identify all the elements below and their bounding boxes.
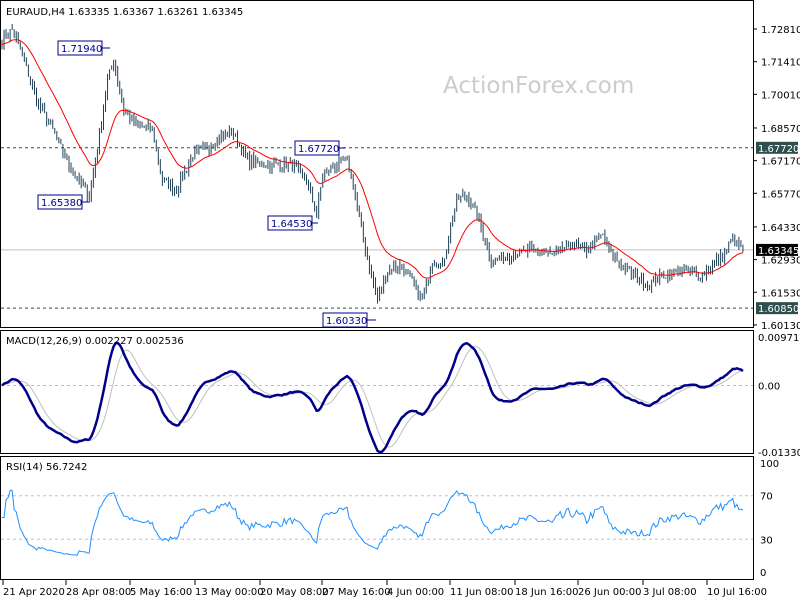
y-tick-label: 1.68570	[761, 124, 800, 135]
macd-signal-line	[1, 346, 744, 448]
level-badge-label: 1.67720	[758, 144, 799, 155]
y-tick-label: 1.65770	[761, 189, 800, 200]
x-tick-label: 18 Jun 16:00	[515, 587, 579, 598]
level-badge-label: 1.60850	[758, 304, 799, 315]
macd-title: MACD(12,26,9) 0.002227 0.002536	[6, 336, 184, 347]
x-tick-label: 5 May 16:00	[130, 587, 192, 598]
x-tick-label: 11 Jun 08:00	[450, 587, 514, 598]
y-tick-label: 1.72810	[761, 25, 800, 36]
macd-line	[1, 341, 744, 454]
annotation-label: 1.60330	[326, 316, 367, 327]
x-tick-label: 4 Jun 00:00	[387, 587, 444, 598]
rsi-tick-label: 30	[760, 535, 773, 546]
x-tick-label: 21 Apr 2020	[3, 587, 65, 598]
annotation-label: 1.71940	[61, 44, 102, 55]
x-tick-label: 26 Jun 00:00	[578, 587, 642, 598]
rsi-line	[2, 489, 744, 556]
x-tick-label: 13 May 00:00	[195, 587, 264, 598]
annotation-label: 1.65380	[41, 198, 82, 209]
annotation-label: 1.67720	[298, 144, 339, 155]
euraud-chart: ActionForex.com 1.71940 1.65380 1.64530 1.6…	[0, 0, 800, 598]
y-tick-label: 1.67170	[761, 157, 800, 168]
y-tick-label: 1.62930	[761, 256, 800, 267]
x-tick-label: 28 Apr 08:00	[66, 587, 131, 598]
x-tick-label: 27 May 16:00	[322, 587, 391, 598]
macd-tick-label: 0.00	[758, 382, 780, 393]
macd-tick-label: 0.009713	[758, 333, 800, 344]
macd-tick-label: -0.013302	[758, 448, 800, 459]
price-bars	[1, 24, 744, 304]
annotation-label: 1.64530	[271, 219, 312, 230]
watermark: ActionForex.com	[443, 73, 634, 99]
level-badge-label: 1.63345	[758, 246, 799, 257]
y-tick-label: 1.64330	[761, 223, 800, 234]
price-panel-frame	[0, 0, 754, 328]
rsi-tick-label: 70	[760, 492, 773, 503]
rsi-tick-label: 100	[760, 459, 779, 470]
rsi-panel-frame	[0, 456, 754, 580]
symbol-title: EURAUD,H4 1.63335 1.63367 1.63261 1.6334…	[6, 7, 243, 18]
y-tick-label: 1.60130	[761, 321, 800, 332]
y-tick-label: 1.61530	[761, 288, 800, 299]
y-tick-label: 1.70010	[761, 90, 800, 101]
rsi-title: RSI(14) 56.7242	[6, 462, 87, 473]
x-tick-label: 3 Jul 08:00	[643, 587, 697, 598]
rsi-tick-label: 0	[760, 568, 766, 579]
y-tick-label: 1.71410	[761, 58, 800, 69]
x-tick-label: 20 May 08:00	[260, 587, 329, 598]
x-tick-label: 10 Jul 16:00	[707, 587, 767, 598]
